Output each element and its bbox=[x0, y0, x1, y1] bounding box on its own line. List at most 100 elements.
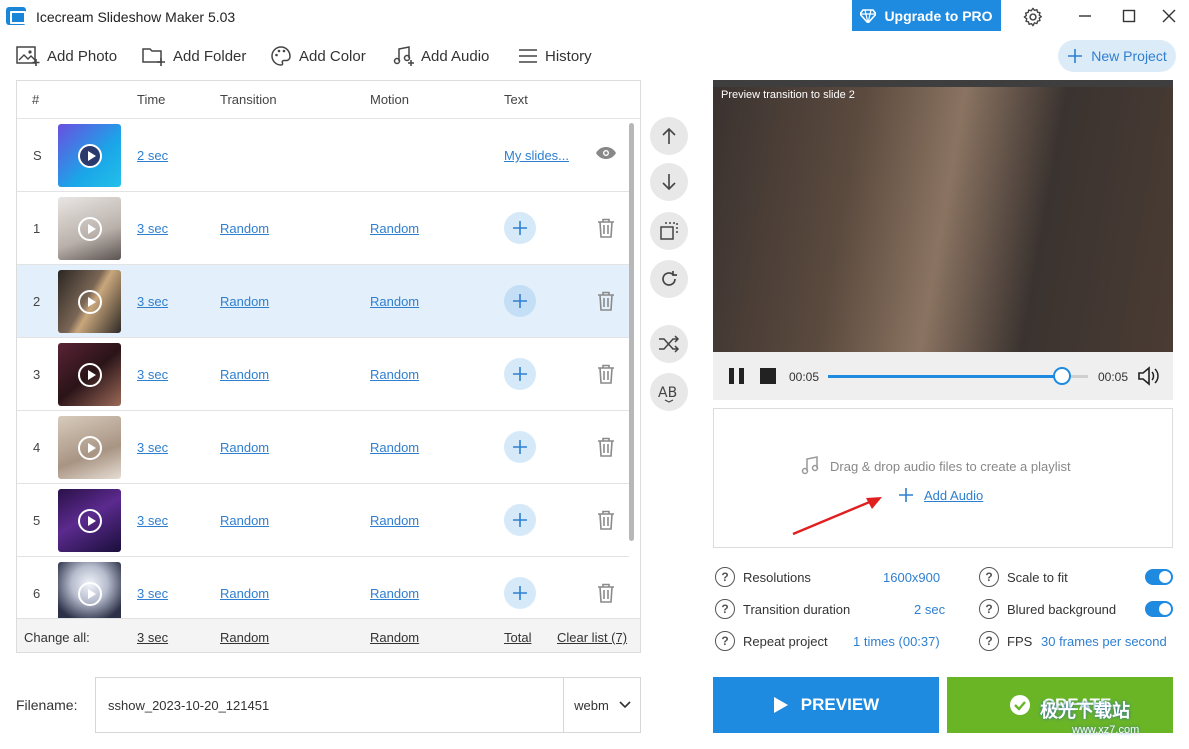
upgrade-button[interactable]: Upgrade to PRO bbox=[852, 0, 1001, 31]
audio-drop-zone[interactable]: Drag & drop audio files to create a play… bbox=[713, 408, 1173, 548]
slide-thumbnail[interactable] bbox=[58, 562, 121, 625]
time-link[interactable]: 3 sec bbox=[137, 221, 168, 236]
play-icon[interactable] bbox=[77, 289, 102, 314]
trash-icon[interactable] bbox=[597, 218, 615, 238]
play-icon[interactable] bbox=[77, 508, 102, 533]
trash-icon[interactable] bbox=[597, 364, 615, 384]
trash-icon[interactable] bbox=[597, 437, 615, 457]
change-all-transition[interactable]: Random bbox=[220, 630, 269, 645]
add-audio-link[interactable]: Add Audio bbox=[898, 487, 983, 503]
move-up-button[interactable] bbox=[650, 117, 688, 155]
transition-duration-value[interactable]: 2 sec bbox=[914, 602, 945, 617]
slide-row-selected[interactable]: 2 3 sec Random Random bbox=[17, 265, 629, 338]
time-link[interactable]: 3 sec bbox=[137, 367, 168, 382]
video-preview[interactable]: Preview transition to slide 2 bbox=[713, 80, 1173, 352]
time-link[interactable]: 3 sec bbox=[137, 440, 168, 455]
help-icon[interactable]: ? bbox=[979, 599, 999, 619]
add-audio-button[interactable]: Add Audio bbox=[392, 40, 489, 72]
slide-thumbnail[interactable] bbox=[58, 197, 121, 260]
help-icon[interactable]: ? bbox=[715, 599, 735, 619]
play-icon[interactable] bbox=[77, 581, 102, 606]
time-link[interactable]: 2 sec bbox=[137, 148, 168, 163]
add-text-button[interactable] bbox=[504, 358, 536, 390]
seek-bar[interactable] bbox=[828, 375, 1088, 378]
gear-icon[interactable] bbox=[1020, 4, 1046, 30]
transition-link[interactable]: Random bbox=[220, 586, 269, 601]
slide-row[interactable]: 4 3 sec Random Random bbox=[17, 411, 629, 484]
motion-link[interactable]: Random bbox=[370, 294, 419, 309]
eye-icon[interactable] bbox=[595, 146, 617, 160]
shuffle-button[interactable] bbox=[650, 325, 688, 363]
scale-toggle[interactable] bbox=[1145, 569, 1173, 585]
maximize-icon[interactable] bbox=[1116, 4, 1142, 28]
stop-icon[interactable] bbox=[760, 368, 776, 384]
play-icon[interactable] bbox=[77, 216, 102, 241]
add-text-button[interactable] bbox=[504, 577, 536, 609]
slide-row[interactable]: 5 3 sec Random Random bbox=[17, 484, 629, 557]
fps-value[interactable]: 30 frames per second bbox=[1041, 634, 1167, 649]
time-link[interactable]: 3 sec bbox=[137, 586, 168, 601]
slide-thumbnail[interactable] bbox=[58, 270, 121, 333]
play-icon[interactable] bbox=[77, 435, 102, 460]
slide-thumbnail[interactable] bbox=[58, 416, 121, 479]
resolutions-value[interactable]: 1600x900 bbox=[883, 570, 940, 585]
filename-value[interactable]: sshow_2023-10-20_121451 bbox=[108, 698, 269, 713]
filename-field[interactable]: sshow_2023-10-20_121451 webm bbox=[95, 677, 641, 733]
format-select[interactable]: webm bbox=[563, 678, 641, 732]
add-text-button[interactable] bbox=[504, 504, 536, 536]
slide-row[interactable]: 1 3 sec Random Random bbox=[17, 192, 629, 265]
add-text-button[interactable] bbox=[504, 285, 536, 317]
seek-knob[interactable] bbox=[1053, 367, 1071, 385]
trash-icon[interactable] bbox=[597, 291, 615, 311]
motion-link[interactable]: Random bbox=[370, 221, 419, 236]
help-icon[interactable]: ? bbox=[715, 631, 735, 651]
total-link[interactable]: Total bbox=[504, 630, 531, 645]
close-icon[interactable] bbox=[1156, 4, 1182, 28]
motion-link[interactable]: Random bbox=[370, 367, 419, 382]
minimize-icon[interactable] bbox=[1072, 4, 1098, 28]
change-all-motion[interactable]: Random bbox=[370, 630, 419, 645]
time-link[interactable]: 3 sec bbox=[137, 513, 168, 528]
add-text-button[interactable] bbox=[504, 431, 536, 463]
blur-toggle[interactable] bbox=[1145, 601, 1173, 617]
slide-row[interactable]: 3 3 sec Random Random bbox=[17, 338, 629, 411]
transition-link[interactable]: Random bbox=[220, 440, 269, 455]
help-icon[interactable]: ? bbox=[715, 567, 735, 587]
help-icon[interactable]: ? bbox=[979, 567, 999, 587]
rotate-button[interactable] bbox=[650, 260, 688, 298]
motion-link[interactable]: Random bbox=[370, 513, 419, 528]
motion-link[interactable]: Random bbox=[370, 440, 419, 455]
add-photo-button[interactable]: Add Photo bbox=[16, 40, 117, 72]
history-button[interactable]: History bbox=[518, 40, 592, 72]
add-color-button[interactable]: Add Color bbox=[270, 40, 366, 72]
add-folder-button[interactable]: Add Folder bbox=[142, 40, 246, 72]
move-down-button[interactable] bbox=[650, 163, 688, 201]
transition-link[interactable]: Random bbox=[220, 294, 269, 309]
preview-button[interactable]: PREVIEW bbox=[713, 677, 939, 733]
add-text-button[interactable] bbox=[504, 212, 536, 244]
pause-icon[interactable] bbox=[728, 368, 746, 384]
start-slide-thumbnail[interactable] bbox=[58, 124, 121, 187]
play-icon[interactable] bbox=[77, 362, 102, 387]
transition-link[interactable]: Random bbox=[220, 513, 269, 528]
trash-icon[interactable] bbox=[597, 510, 615, 530]
motion-link[interactable]: Random bbox=[370, 586, 419, 601]
time-link[interactable]: 3 sec bbox=[137, 294, 168, 309]
help-icon[interactable]: ? bbox=[979, 631, 999, 651]
new-project-button[interactable]: New Project bbox=[1058, 40, 1176, 72]
repeat-value[interactable]: 1 times (00:37) bbox=[853, 634, 940, 649]
text-link[interactable]: My slides... bbox=[504, 148, 569, 163]
clear-list-link[interactable]: Clear list (7) bbox=[557, 630, 627, 645]
slide-thumbnail[interactable] bbox=[58, 343, 121, 406]
change-all-time[interactable]: 3 sec bbox=[137, 630, 168, 645]
start-slide-row[interactable]: S 2 sec My slides... bbox=[17, 119, 629, 192]
crop-button[interactable] bbox=[650, 212, 688, 250]
list-scrollbar[interactable] bbox=[629, 123, 634, 541]
volume-icon[interactable] bbox=[1137, 365, 1161, 387]
transition-link[interactable]: Random bbox=[220, 367, 269, 382]
slide-thumbnail[interactable] bbox=[58, 489, 121, 552]
transition-link[interactable]: Random bbox=[220, 221, 269, 236]
play-icon[interactable] bbox=[77, 143, 102, 168]
text-style-button[interactable]: AB bbox=[650, 373, 688, 411]
trash-icon[interactable] bbox=[597, 583, 615, 603]
